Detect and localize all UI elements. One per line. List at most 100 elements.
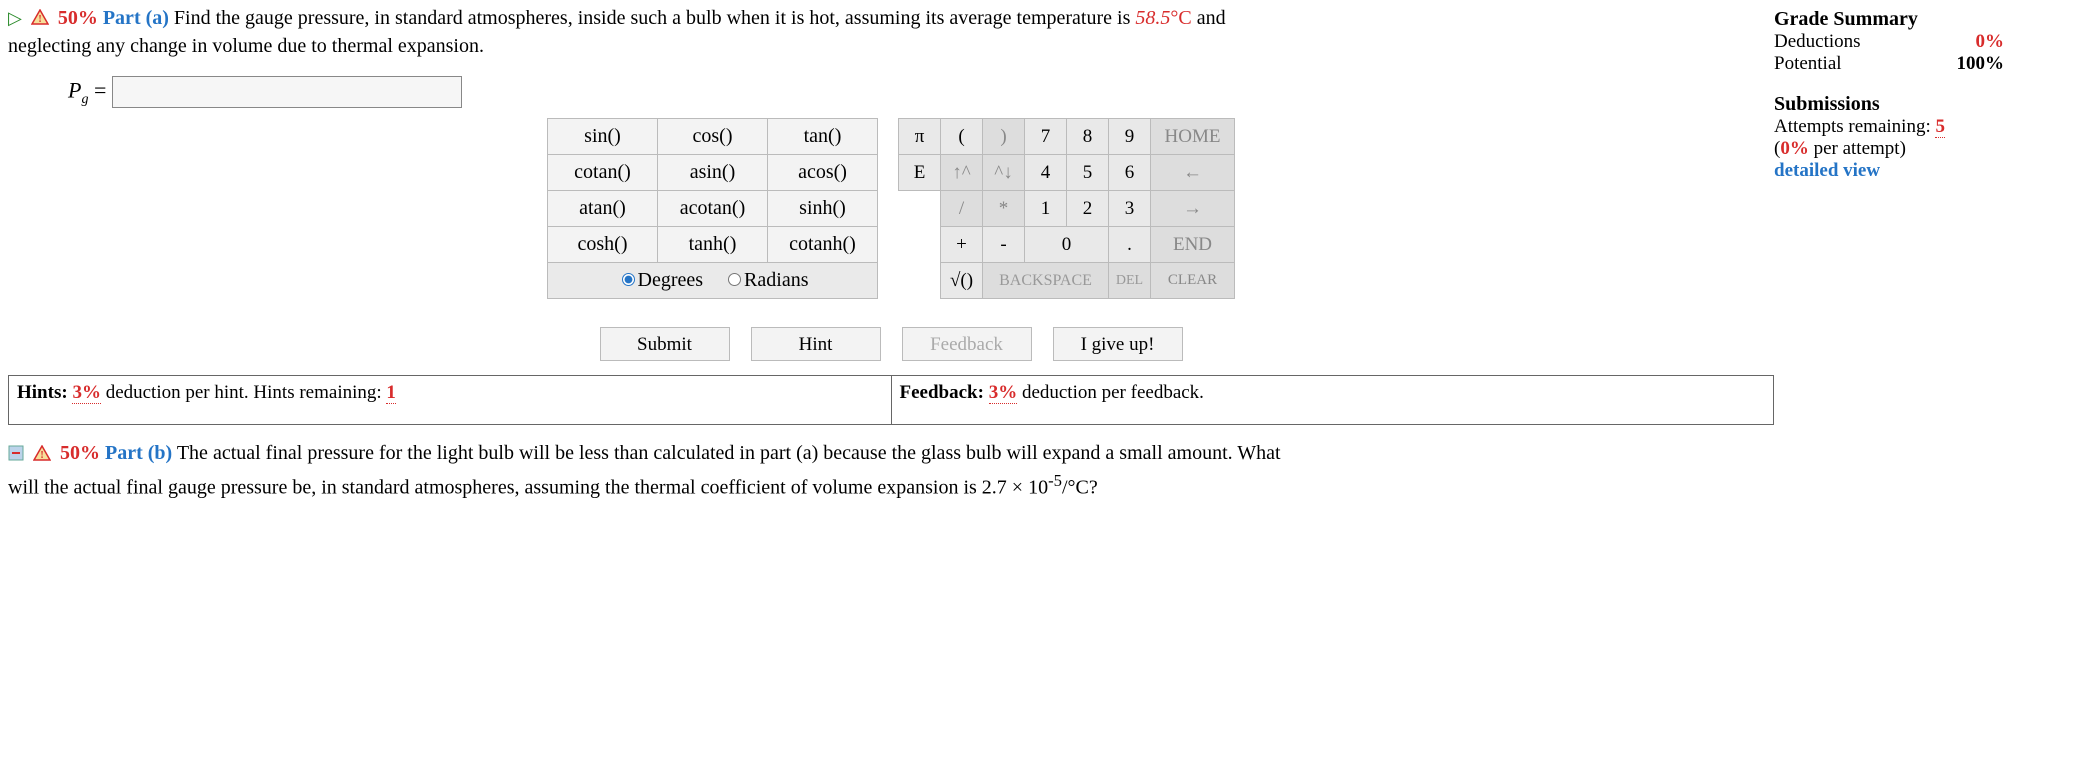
- feedback-bold: Feedback:: [900, 382, 989, 403]
- attempts-label: Attempts remaining:: [1774, 116, 1935, 137]
- collapse-square-icon[interactable]: [8, 441, 24, 469]
- key-8[interactable]: 8: [1067, 119, 1109, 155]
- radians-label: Radians: [744, 269, 808, 291]
- spacer: [899, 227, 941, 263]
- answer-input[interactable]: [112, 76, 462, 108]
- key-lparen[interactable]: (: [941, 119, 983, 155]
- part-b-text2a: will the actual final gauge pressure be,…: [8, 476, 1048, 498]
- fn-atan[interactable]: atan(): [548, 191, 658, 227]
- key-plus[interactable]: +: [941, 227, 983, 263]
- part-a-text2: and: [1192, 7, 1226, 29]
- attempts-value[interactable]: 5: [1935, 116, 1945, 138]
- key-clear[interactable]: CLEAR: [1151, 263, 1235, 299]
- part-a-label: Part (a): [103, 7, 169, 29]
- part-a-temp: 58.5: [1135, 7, 1170, 29]
- hints-cell: Hints: 3% deduction per hint. Hints rema…: [9, 376, 892, 425]
- key-7[interactable]: 7: [1025, 119, 1067, 155]
- submit-button[interactable]: Submit: [600, 327, 730, 361]
- detailed-view-link[interactable]: detailed view: [1774, 160, 2066, 182]
- part-a-percent: 50%: [58, 7, 98, 29]
- key-sqrt[interactable]: √(): [941, 263, 983, 299]
- spacer: [899, 263, 941, 299]
- key-2[interactable]: 2: [1067, 191, 1109, 227]
- hints-text: deduction per hint. Hints remaining:: [101, 382, 386, 403]
- radians-option[interactable]: Radians: [723, 269, 808, 291]
- spacer: [899, 191, 941, 227]
- part-a-deg: °C: [1170, 7, 1191, 29]
- function-pad: sin() cos() tan() cotan() asin() acos() …: [547, 118, 878, 299]
- part-b-text2b: /°C?: [1062, 476, 1098, 498]
- key-del[interactable]: DEL: [1109, 263, 1151, 299]
- fn-sinh[interactable]: sinh(): [768, 191, 878, 227]
- key-9[interactable]: 9: [1109, 119, 1151, 155]
- degrees-option[interactable]: Degrees: [617, 269, 704, 291]
- feedback-text: deduction per feedback.: [1017, 382, 1204, 403]
- fn-asin[interactable]: asin(): [658, 155, 768, 191]
- degrees-label: Degrees: [638, 269, 704, 291]
- hints-bold: Hints:: [17, 382, 72, 403]
- fn-cotan[interactable]: cotan(): [548, 155, 658, 191]
- warning-icon: !: [31, 5, 49, 33]
- part-a-text1: Find the gauge pressure, in standard atm…: [174, 7, 1135, 29]
- key-home[interactable]: HOME: [1151, 119, 1235, 155]
- warning-icon: !: [33, 441, 51, 469]
- angle-mode-row: Degrees Radians: [548, 263, 878, 299]
- answer-row: Pg =: [68, 76, 1774, 108]
- svg-text:!: !: [38, 14, 41, 25]
- key-3[interactable]: 3: [1109, 191, 1151, 227]
- hints-remaining: 1: [386, 382, 396, 404]
- part-a-text3: neglecting any change in volume due to t…: [8, 35, 1774, 58]
- fn-cosh[interactable]: cosh(): [548, 227, 658, 263]
- key-dot[interactable]: .: [1109, 227, 1151, 263]
- part-b-exp: -5: [1048, 471, 1062, 490]
- feedback-pct: 3%: [989, 382, 1018, 404]
- key-star[interactable]: *: [983, 191, 1025, 227]
- key-pi[interactable]: π: [899, 119, 941, 155]
- key-up-caret[interactable]: ↑^: [941, 155, 983, 191]
- key-slash[interactable]: /: [941, 191, 983, 227]
- part-b-text1: The actual final pressure for the light …: [177, 442, 1281, 464]
- number-pad: π ( ) 7 8 9 HOME E ↑^ ^↓ 4 5 6: [898, 118, 1235, 299]
- submissions-title: Submissions: [1774, 93, 2066, 116]
- key-5[interactable]: 5: [1067, 155, 1109, 191]
- key-1[interactable]: 1: [1025, 191, 1067, 227]
- answer-var-base: P: [68, 78, 81, 103]
- key-4[interactable]: 4: [1025, 155, 1067, 191]
- fn-cos[interactable]: cos(): [658, 119, 768, 155]
- hint-button[interactable]: Hint: [751, 327, 881, 361]
- potential-label: Potential: [1774, 53, 1842, 75]
- giveup-button[interactable]: I give up!: [1053, 327, 1183, 361]
- expand-arrow-icon[interactable]: ▷: [8, 8, 22, 28]
- deductions-label: Deductions: [1774, 31, 1861, 53]
- part-b-percent: 50%: [60, 442, 100, 464]
- key-left-arrow[interactable]: ←: [1151, 155, 1235, 191]
- fn-acotan[interactable]: acotan(): [658, 191, 768, 227]
- fn-acos[interactable]: acos(): [768, 155, 878, 191]
- key-backspace[interactable]: BACKSPACE: [983, 263, 1109, 299]
- feedback-button[interactable]: Feedback: [902, 327, 1032, 361]
- potential-value: 100%: [1957, 53, 2005, 75]
- answer-equals: =: [88, 78, 111, 103]
- grade-summary-title: Grade Summary: [1774, 8, 2066, 31]
- fn-tan[interactable]: tan(): [768, 119, 878, 155]
- key-rparen[interactable]: ): [983, 119, 1025, 155]
- part-b-section: ! 50% Part (b) The actual final pressure…: [8, 439, 2074, 501]
- key-0[interactable]: 0: [1025, 227, 1109, 263]
- deductions-value: 0%: [1976, 31, 2005, 53]
- radians-radio[interactable]: [728, 273, 741, 286]
- feedback-cell: Feedback: 3% deduction per feedback.: [891, 376, 1774, 425]
- fn-cotanh[interactable]: cotanh(): [768, 227, 878, 263]
- key-E[interactable]: E: [899, 155, 941, 191]
- key-down-caret[interactable]: ^↓: [983, 155, 1025, 191]
- degrees-radio[interactable]: [622, 273, 635, 286]
- fn-sin[interactable]: sin(): [548, 119, 658, 155]
- svg-text:!: !: [40, 450, 43, 461]
- key-6[interactable]: 6: [1109, 155, 1151, 191]
- part-b-label: Part (b): [105, 442, 172, 464]
- fn-tanh[interactable]: tanh(): [658, 227, 768, 263]
- key-minus[interactable]: -: [983, 227, 1025, 263]
- hints-pct: 3%: [72, 382, 101, 404]
- hint-feedback-table: Hints: 3% deduction per hint. Hints rema…: [8, 375, 1774, 425]
- key-end[interactable]: END: [1151, 227, 1235, 263]
- key-right-arrow[interactable]: →: [1151, 191, 1235, 227]
